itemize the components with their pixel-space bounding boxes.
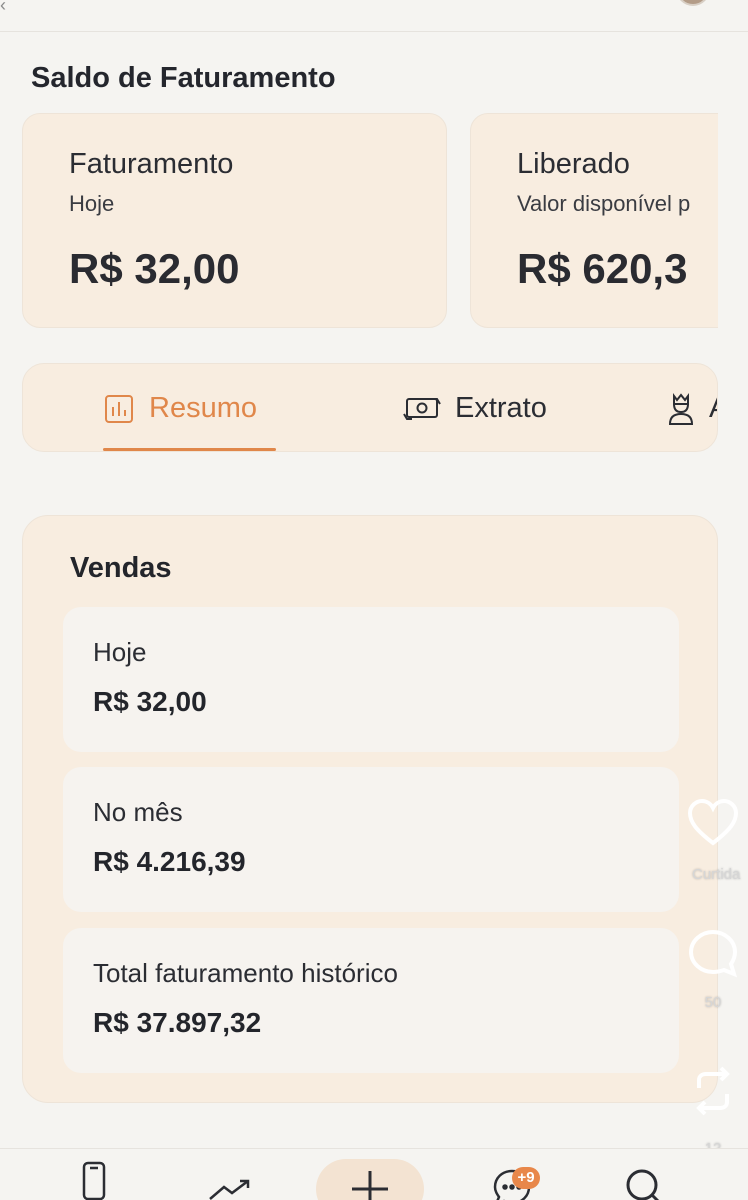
active-tab-indicator	[103, 448, 276, 451]
card-subtitle: Valor disponível p	[517, 191, 691, 216]
sales-item-label: Hoje	[93, 637, 147, 667]
money-icon	[403, 394, 441, 424]
sales-item-label: Total faturamento histórico	[93, 958, 398, 988]
released-card[interactable]: Liberado Valor disponível p R$ 620,3	[470, 113, 718, 328]
sales-heading: Vendas	[70, 552, 172, 584]
tab-extrato[interactable]: Extrato	[403, 364, 547, 451]
user-icon	[667, 392, 695, 426]
page-title: Saldo de Faturamento	[31, 62, 336, 94]
tab-resumo[interactable]: Resumo	[103, 364, 257, 451]
tab-label: A	[709, 392, 717, 425]
sales-item-amount: R$ 4.216,39	[93, 846, 246, 877]
card-title: Faturamento	[69, 148, 234, 180]
tab-third[interactable]: A	[667, 364, 717, 451]
sales-item-month: No mês R$ 4.216,39	[63, 767, 679, 912]
repost-button[interactable]: 12	[678, 1064, 748, 1157]
comment-button[interactable]: 50	[678, 928, 748, 1011]
card-subtitle: Hoje	[69, 191, 115, 216]
tab-label: Extrato	[455, 392, 547, 424]
bottom-nav: +9	[0, 1148, 748, 1200]
comment-count: 50	[704, 994, 722, 1011]
comment-icon	[688, 929, 738, 978]
nav-trending-icon[interactable]	[208, 1177, 252, 1200]
sales-item-total: Total faturamento histórico R$ 37.897,32	[63, 928, 679, 1073]
sales-card: Vendas Hoje R$ 32,00 No mês R$ 4.216,39 …	[22, 515, 718, 1103]
nav-phone-icon[interactable]	[82, 1161, 106, 1200]
like-button[interactable]: Curtida	[678, 798, 748, 883]
repost-icon	[696, 1066, 730, 1116]
back-icon[interactable]: ‹	[0, 0, 20, 20]
sales-item-amount: R$ 37.897,32	[93, 1007, 262, 1038]
sales-item-amount: R$ 32,00	[93, 686, 207, 717]
card-value: R$ 32,00	[69, 245, 240, 292]
card-value: R$ 620,3	[517, 245, 688, 292]
balance-cards-row[interactable]: Faturamento Hoje R$ 32,00 Liberado Valor…	[22, 113, 718, 329]
heart-icon	[687, 798, 739, 846]
nav-search-icon[interactable]	[624, 1167, 664, 1200]
sales-item-label: No mês	[93, 797, 183, 827]
tab-bar: Resumo Extrato A	[22, 363, 718, 452]
avatar[interactable]	[676, 0, 710, 6]
like-label: Curtida	[692, 866, 741, 883]
tab-label: Resumo	[149, 392, 257, 424]
top-bar: ‹	[0, 0, 748, 32]
nav-add-button[interactable]	[316, 1159, 424, 1200]
chart-icon	[103, 393, 135, 425]
plus-icon	[352, 1171, 388, 1200]
card-title: Liberado	[517, 148, 630, 180]
notification-badge: +9	[512, 1167, 540, 1189]
billing-card[interactable]: Faturamento Hoje R$ 32,00	[22, 113, 447, 328]
sales-item-today: Hoje R$ 32,00	[63, 607, 679, 752]
